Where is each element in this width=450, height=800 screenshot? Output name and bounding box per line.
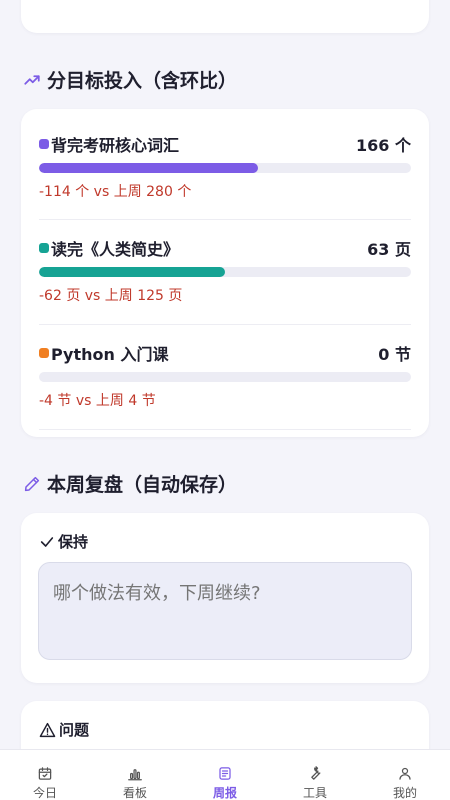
trending-up-icon [24, 74, 40, 85]
goal-value: 0 节 [378, 345, 411, 364]
nav-item-today[interactable]: 今日 [0, 750, 90, 800]
keep-label: 保持 [58, 533, 89, 551]
goal-progress-bar [39, 267, 411, 277]
divider [39, 429, 411, 430]
goal-name: Python 入门课 [51, 345, 169, 364]
nav-label: 今日 [32, 786, 57, 800]
nav-item-mine[interactable]: 我的 [360, 750, 450, 800]
goal-delta: -114 个 vs 上周 280 个 [39, 184, 192, 200]
keep-title: 保持 [39, 531, 88, 552]
problem-title: 问题 [39, 719, 89, 740]
wrench-icon [311, 766, 321, 780]
keep-card: 保持 [21, 513, 429, 683]
nav-label: 我的 [392, 786, 417, 800]
goal-name: 读完《人类简史》 [51, 240, 180, 259]
nav-label: 周报 [212, 786, 237, 800]
goals-card: 背完考研核心词汇 166 个 -114 个 vs 上周 280 个 读完《人类简… [21, 109, 429, 437]
previous-card [21, 0, 429, 33]
nav-label: 工具 [302, 786, 327, 800]
goals-section-title: 分目标投入（含环比） [23, 66, 237, 93]
goal-progress-fill [39, 163, 259, 173]
nav-item-board[interactable]: 看板 [90, 750, 180, 800]
goal-color-dot [39, 139, 49, 149]
check-icon [40, 536, 54, 547]
goal-progress-fill [39, 267, 225, 277]
goals-section-title-text: 分目标投入（含环比） [47, 70, 238, 92]
goal-value: 166 个 [356, 136, 411, 155]
report-icon [219, 767, 231, 780]
review-section-title: 本周复盘（自动保存） [23, 470, 237, 497]
goal-progress-bar [39, 163, 411, 173]
nav-label: 看板 [122, 786, 147, 800]
keep-input[interactable] [38, 562, 412, 660]
goal-color-dot [39, 348, 49, 358]
problem-label: 问题 [59, 721, 90, 739]
bottom-nav: 今日 看板 周报 工具 我的 [0, 749, 450, 800]
goal-color-dot [39, 243, 49, 253]
warning-icon [39, 722, 56, 737]
goal-delta: -4 节 vs 上周 4 节 [39, 393, 156, 409]
user-icon [399, 767, 411, 780]
review-section-title-text: 本周复盘（自动保存） [47, 474, 238, 496]
goal-value: 63 页 [367, 240, 411, 259]
calendar-icon [38, 767, 52, 780]
nav-item-weekly-report[interactable]: 周报 [180, 750, 270, 800]
bar-chart-icon [128, 769, 142, 781]
divider [39, 219, 411, 220]
divider [39, 324, 411, 325]
goal-name: 背完考研核心词汇 [51, 136, 180, 155]
nav-item-tools[interactable]: 工具 [270, 750, 360, 800]
pencil-icon [24, 476, 40, 491]
goal-progress-bar [39, 372, 411, 382]
goal-delta: -62 页 vs 上周 125 页 [39, 288, 183, 304]
